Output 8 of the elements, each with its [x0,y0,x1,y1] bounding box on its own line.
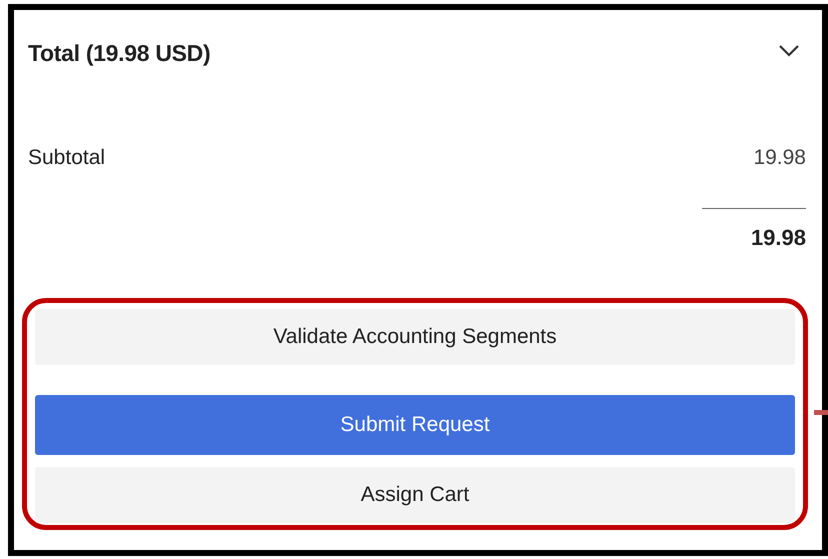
submit-button[interactable]: Submit Request [35,394,795,454]
section-title: Total (19.98 USD) [28,39,210,68]
action-button[interactable]: Assign Cart [35,466,795,522]
action-button[interactable]: Validate Accounting Segments [35,308,795,364]
subtotal-label: Subtotal [28,145,106,171]
subtotal-value: 19.98 [753,145,806,171]
total-value: 19.98 [750,224,806,250]
chevron-down-icon[interactable] [778,44,800,58]
